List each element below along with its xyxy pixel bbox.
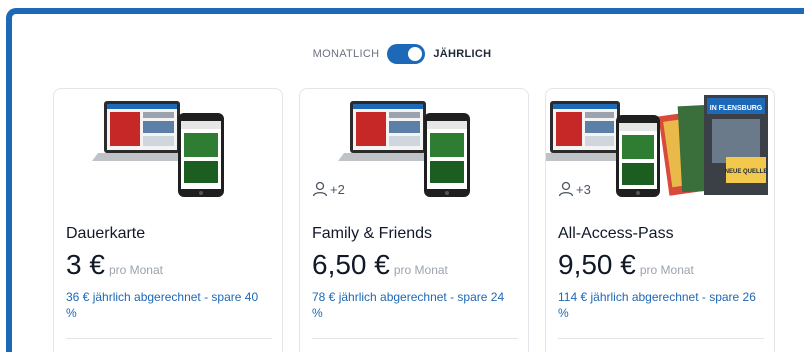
yearly-label[interactable]: JÄHRLICH — [433, 48, 491, 60]
person-icon — [312, 181, 328, 197]
price: 9,50 € — [558, 249, 636, 280]
plan-card-dauerkarte[interactable]: Dauerkarte 3 € pro Monat 36 € jährlich a… — [53, 88, 283, 352]
magazine-badge-text: NEUE QUELLE — [725, 169, 768, 175]
extra-users: +3 — [558, 181, 591, 197]
billing-note: 78 € jährlich abgerechnet - spare 24 % — [312, 290, 505, 320]
plan-card-family-friends[interactable]: +2 Family & Friends 6,50 € pro Monat 78 … — [299, 88, 529, 352]
plan-name: Dauerkarte — [66, 225, 146, 242]
divider — [558, 338, 764, 339]
price-period: pro Monat — [393, 263, 448, 277]
divider — [66, 338, 272, 339]
billing-note: 114 € jährlich abgerechnet - spare 26 % — [558, 290, 756, 320]
person-icon — [558, 181, 574, 197]
extra-users: +2 — [312, 181, 345, 197]
price-row: 6,50 € pro Monat — [312, 249, 448, 281]
monthly-label[interactable]: MONATLICH — [313, 48, 380, 60]
billing-note: 36 € jährlich abgerechnet - spare 40 % — [66, 290, 259, 320]
price-row: 3 € pro Monat — [66, 249, 163, 281]
switch-knob — [408, 47, 423, 61]
laptop-phone-image — [92, 101, 224, 197]
extra-users-count: +2 — [330, 181, 345, 197]
price: 6,50 € — [312, 249, 390, 280]
plan-name: Family & Friends — [312, 225, 433, 242]
plan-card-all-access-pass[interactable]: IN FLENSBURG NEUE QUELLE +3 All-Access-P… — [545, 88, 775, 352]
divider — [312, 338, 518, 339]
magazine-cover-text: IN FLENSBURG — [710, 105, 763, 112]
price: 3 € — [66, 249, 105, 280]
billing-period-switch[interactable] — [387, 44, 426, 64]
extra-users-count: +3 — [576, 181, 591, 197]
price-period: pro Monat — [639, 263, 694, 277]
billing-toggle: MONATLICH JÄHRLICH — [0, 44, 804, 64]
price-row: 9,50 € pro Monat — [558, 249, 694, 281]
price-period: pro Monat — [108, 263, 163, 277]
plan-name: All-Access-Pass — [558, 225, 674, 242]
